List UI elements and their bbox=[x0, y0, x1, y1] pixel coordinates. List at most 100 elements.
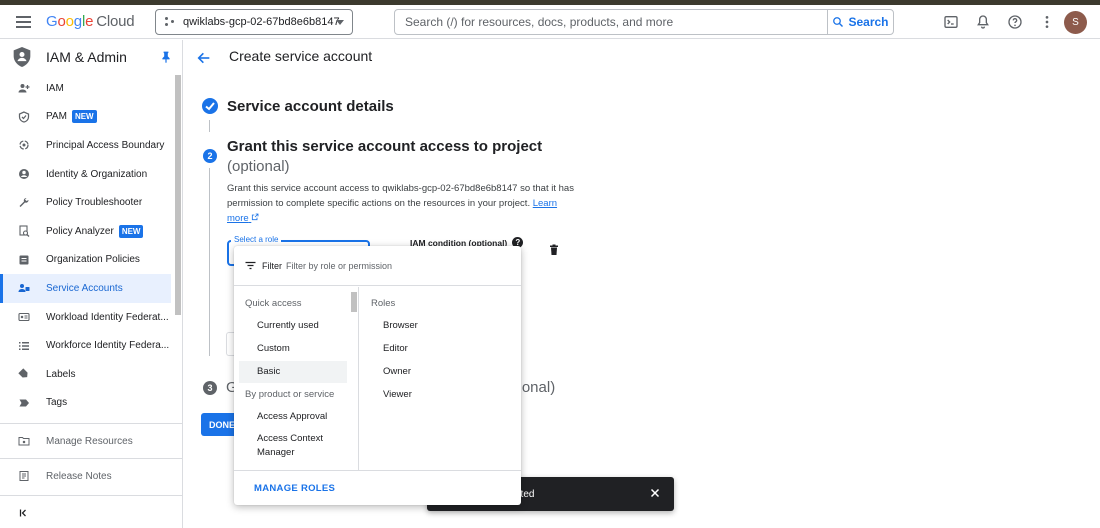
notifications-icon[interactable] bbox=[975, 14, 991, 30]
collapse-sidebar-icon[interactable] bbox=[18, 507, 30, 519]
person-add-icon bbox=[18, 82, 30, 94]
document-icon bbox=[18, 254, 30, 266]
sidebar-item-labels[interactable]: Labels bbox=[0, 360, 182, 389]
sidebar-divider bbox=[0, 423, 183, 424]
category-scrollbar[interactable] bbox=[351, 292, 357, 312]
step-connector bbox=[209, 168, 210, 356]
cloud-shell-icon[interactable] bbox=[943, 14, 959, 30]
role-viewer[interactable]: Viewer bbox=[383, 388, 412, 402]
list-icon bbox=[18, 340, 30, 352]
sidebar-item-workload-identity-federat[interactable]: Workload Identity Federat... bbox=[0, 303, 182, 332]
search-button[interactable]: Search bbox=[827, 10, 893, 34]
sidebar-item-label: Policy Troubleshooter bbox=[46, 197, 143, 209]
project-name: qwiklabs-gcp-02-67bd8e6b8147 bbox=[183, 16, 340, 28]
sidebar-item-organization-policies[interactable]: Organization Policies bbox=[0, 246, 182, 275]
sidebar-item-label: Workforce Identity Federa... bbox=[46, 340, 170, 352]
new-badge: NEW bbox=[118, 224, 144, 238]
google-cloud-logo[interactable]: Google Cloud bbox=[46, 13, 135, 30]
delete-icon[interactable] bbox=[549, 244, 559, 256]
sidebar-item-service-accounts[interactable]: Service Accounts bbox=[0, 274, 171, 303]
role-filter[interactable]: Filter Filter by role or permission bbox=[234, 246, 521, 286]
sidebar-item-label: Service Accounts bbox=[46, 282, 123, 294]
step3-number: 3 bbox=[203, 381, 217, 395]
folder-settings-icon bbox=[18, 437, 30, 446]
step2-description-text: Grant this service account access to qwi… bbox=[227, 183, 574, 209]
quick-access-header: Quick access bbox=[245, 298, 302, 309]
step2-number: 2 bbox=[203, 149, 217, 163]
project-selector[interactable]: qwiklabs-gcp-02-67bd8e6b8147 bbox=[155, 9, 353, 35]
logo-cloud-text: Cloud bbox=[96, 13, 135, 30]
label-icon bbox=[18, 368, 30, 380]
release-notes-label: Release Notes bbox=[46, 470, 112, 482]
sidebar-item-iam[interactable]: IAM bbox=[0, 74, 182, 103]
by-product-header: By product or service bbox=[245, 389, 335, 400]
menu-icon[interactable] bbox=[14, 12, 34, 32]
analyzer-icon bbox=[18, 225, 30, 238]
external-link-icon bbox=[252, 213, 259, 221]
sidebar-divider bbox=[0, 458, 183, 459]
pin-icon[interactable] bbox=[161, 51, 171, 63]
boundary-icon bbox=[18, 139, 30, 151]
page-title: Create service account bbox=[229, 48, 373, 64]
sidebar-header: IAM & Admin bbox=[0, 40, 182, 74]
release-notes-icon bbox=[19, 471, 29, 481]
iam-shield-icon bbox=[13, 47, 31, 67]
tag-icon bbox=[18, 397, 30, 409]
hover-highlight bbox=[239, 361, 347, 383]
sidebar-item-workforce-identity-federa[interactable]: Workforce Identity Federa... bbox=[0, 331, 182, 360]
sidebar-scrollbar[interactable] bbox=[175, 75, 181, 315]
avatar[interactable]: S bbox=[1064, 11, 1087, 34]
category-access-context-manager[interactable]: Access Context Manager bbox=[257, 432, 337, 460]
search-input[interactable]: Search (/) for resources, docs, products… bbox=[395, 15, 827, 29]
step1-title[interactable]: Service account details bbox=[227, 98, 394, 115]
help-icon[interactable] bbox=[1007, 14, 1023, 30]
more-vert-icon[interactable] bbox=[1039, 14, 1055, 30]
manage-resources-link[interactable]: Manage Resources bbox=[18, 435, 133, 447]
step2-title: Grant this service account access to pro… bbox=[227, 138, 543, 155]
sidebar-item-identity-organization[interactable]: Identity & Organization bbox=[0, 160, 182, 189]
role-category-list: Quick access Currently used Custom Basic… bbox=[234, 287, 359, 470]
search-icon bbox=[833, 17, 844, 27]
role-browser[interactable]: Browser bbox=[383, 319, 418, 333]
sidebar-item-policy-troubleshooter[interactable]: Policy Troubleshooter bbox=[0, 188, 182, 217]
dropdown-footer: MANAGE ROLES bbox=[234, 470, 521, 505]
sidebar-item-principal-access-boundary[interactable]: Principal Access Boundary bbox=[0, 131, 182, 160]
filter-icon bbox=[245, 261, 256, 270]
project-icon bbox=[165, 17, 175, 27]
step2-description: Grant this service account access to qwi… bbox=[227, 181, 577, 226]
new-badge: NEW bbox=[71, 110, 97, 124]
manage-roles-button[interactable]: MANAGE ROLES bbox=[254, 483, 335, 494]
sidebar-item-pam[interactable]: PAM NEW bbox=[0, 103, 182, 132]
roles-list: Roles Browser Editor Owner Viewer bbox=[360, 287, 520, 470]
wrench-icon bbox=[18, 197, 30, 209]
filter-label: Filter bbox=[262, 260, 282, 271]
filter-input[interactable]: Filter by role or permission bbox=[286, 261, 392, 271]
shield-check-icon bbox=[18, 111, 30, 123]
roles-header: Roles bbox=[371, 298, 396, 309]
select-role-label: Select a role bbox=[231, 235, 282, 244]
close-icon[interactable] bbox=[649, 487, 661, 499]
sidebar-title: IAM & Admin bbox=[46, 49, 127, 65]
id-card-icon bbox=[18, 311, 30, 323]
category-basic[interactable]: Basic bbox=[257, 365, 280, 379]
category-currently-used[interactable]: Currently used bbox=[257, 319, 319, 333]
top-bar: Google Cloud qwiklabs-gcp-02-67bd8e6b8147… bbox=[0, 5, 1100, 39]
back-arrow-icon[interactable] bbox=[196, 50, 212, 66]
sidebar-item-label: IAM bbox=[46, 82, 64, 94]
role-owner[interactable]: Owner bbox=[383, 365, 411, 379]
sidebar-item-label: Tags bbox=[46, 397, 68, 409]
category-access-approval[interactable]: Access Approval bbox=[257, 410, 327, 424]
search-bar[interactable]: Search (/) for resources, docs, products… bbox=[394, 9, 894, 35]
sidebar-item-label: Policy Analyzer bbox=[46, 225, 114, 237]
service-account-icon bbox=[18, 282, 30, 294]
sidebar: IAM & Admin IAM PAM NEW Principal Access Bo… bbox=[0, 40, 183, 528]
role-dropdown: Filter Filter by role or permission Quic… bbox=[234, 246, 521, 505]
sidebar-item-policy-analyzer[interactable]: Policy Analyzer NEW bbox=[0, 217, 182, 246]
sidebar-item-tags[interactable]: Tags bbox=[0, 389, 182, 418]
release-notes-link[interactable]: Release Notes bbox=[18, 470, 112, 482]
role-editor[interactable]: Editor bbox=[383, 342, 408, 356]
account-circle-icon bbox=[18, 168, 30, 180]
category-custom[interactable]: Custom bbox=[257, 342, 290, 356]
step-connector bbox=[209, 120, 210, 132]
step-complete-check-icon bbox=[202, 98, 218, 114]
